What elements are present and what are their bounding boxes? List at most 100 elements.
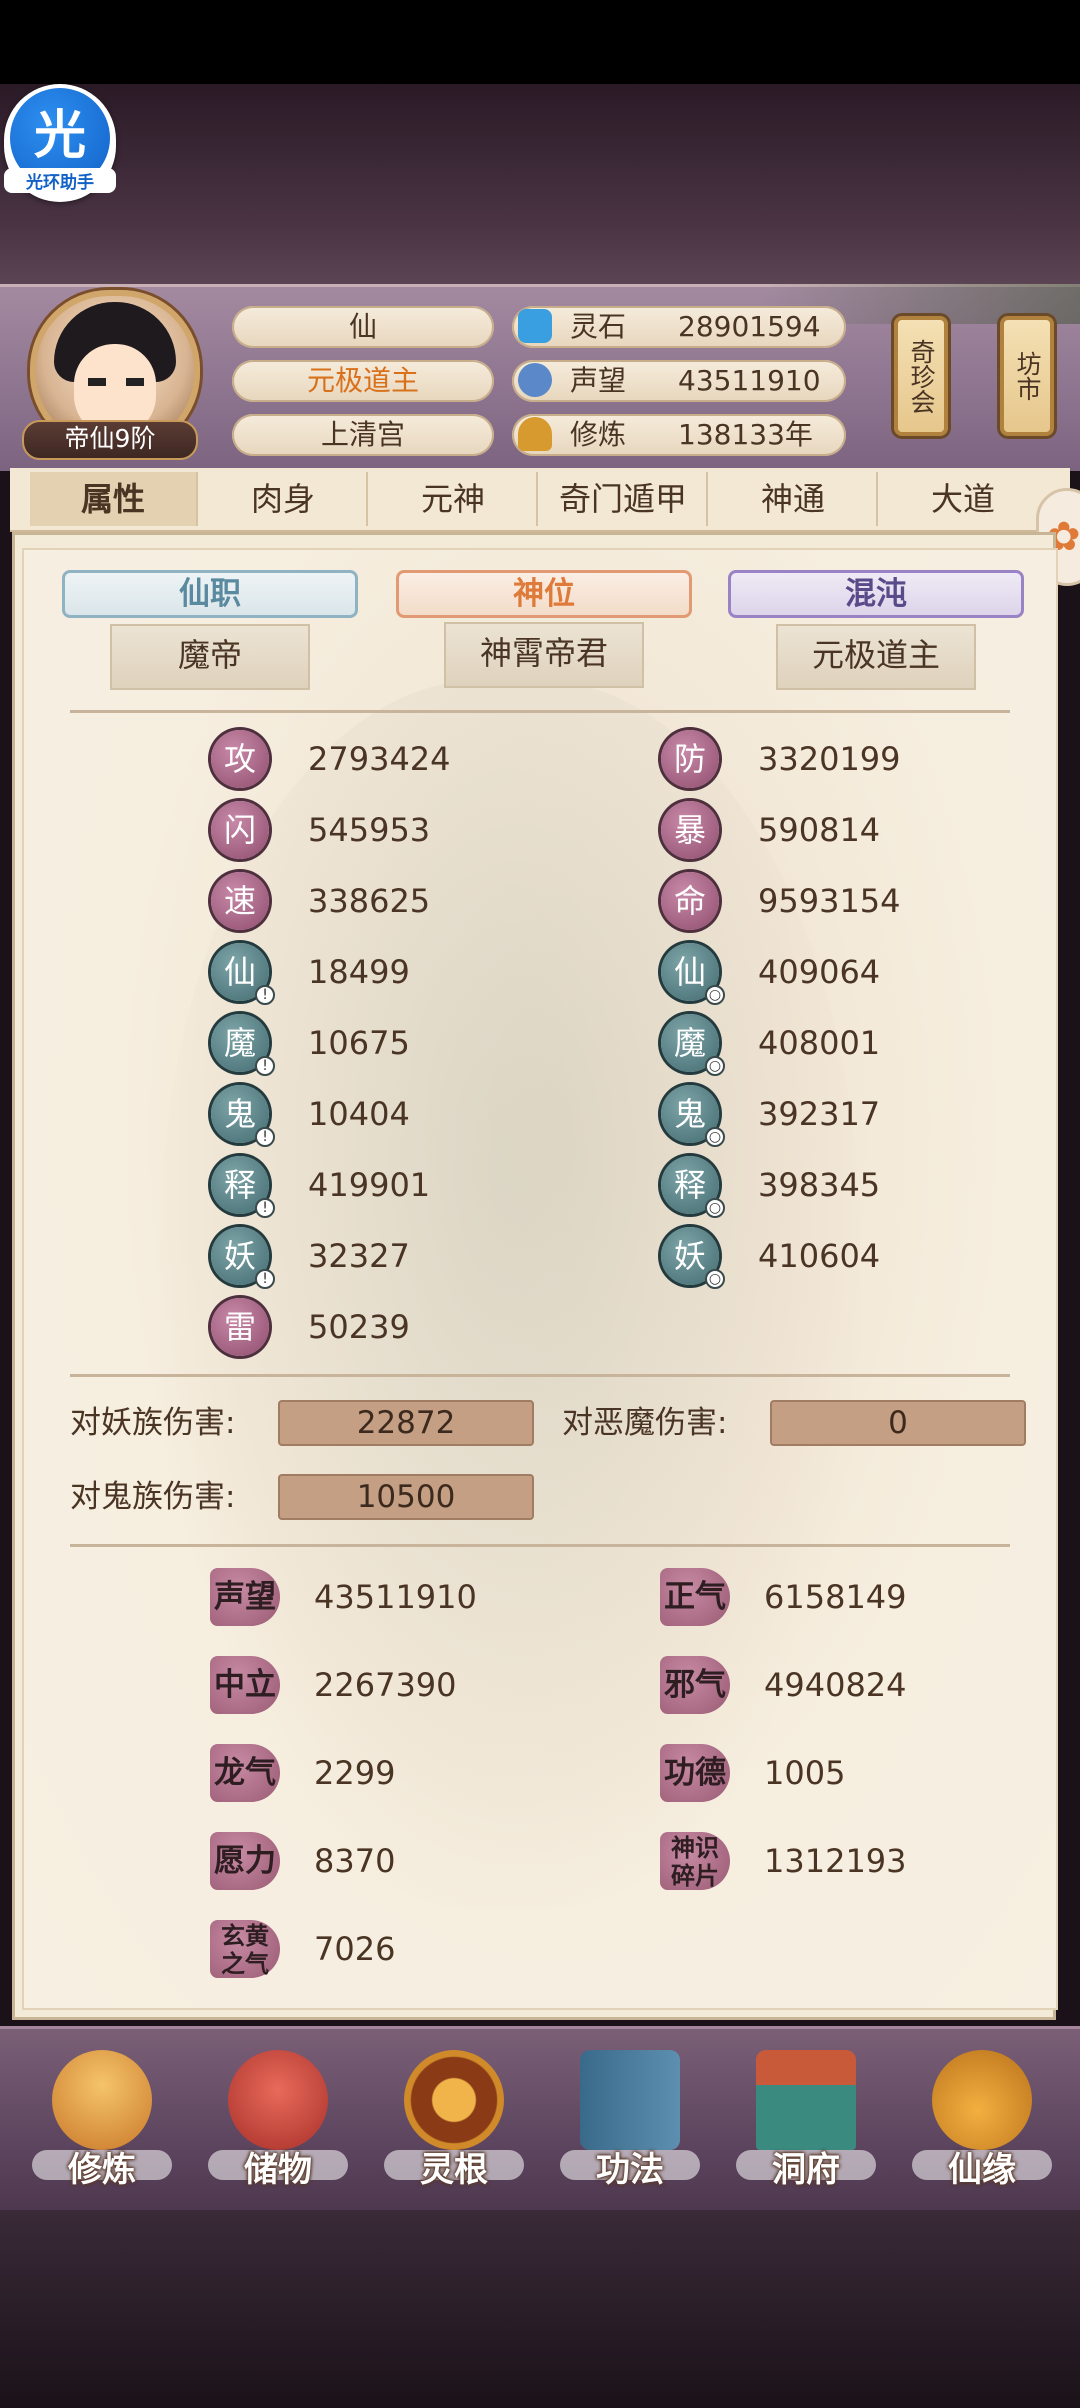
meditation-icon [518,417,552,451]
fiend-defense-value: 410604 [758,1237,881,1275]
buddha-attack-icon: 释! [211,1156,275,1218]
dodge-value: 545953 [308,811,431,849]
fiend-attack-value: 32327 [308,1237,410,1275]
spirit-stone-icon [518,309,552,343]
righteous-qi-badge: 正气 [660,1568,730,1626]
realm-pill: 仙 [232,306,494,348]
life-value: 9593154 [758,882,901,920]
technique-book-icon [580,2050,680,2150]
dragon-qi-badge: 龙气 [210,1744,280,1802]
divine-position-banner: 神位 [396,570,692,618]
divider [70,1374,1010,1377]
demon-defense-value: 408001 [758,1024,881,1062]
dragon-qi-value: 2299 [314,1754,396,1792]
xuanhuang-qi-value: 7026 [314,1930,396,1968]
dodge-icon: 闪 [211,801,269,859]
prestige-counter: 声望 43511910 [512,360,846,402]
crit-icon: 暴 [661,801,719,859]
nav-techniques[interactable]: 功法 [560,2050,700,2200]
demon-damage-label: 对恶魔伤害: [562,1405,728,1441]
immortal-attack-value: 18499 [308,953,410,991]
fiend-attack-icon: 妖! [211,1227,275,1289]
tab-body[interactable]: 肉身 [200,472,368,526]
spirit-stone-counter: 灵石 28901594 [512,306,846,348]
evil-qi-badge: 邪气 [660,1656,730,1714]
character-illustration [160,680,860,1910]
ghost-defense-value: 392317 [758,1095,881,1133]
prestige-value: 43511910 [314,1578,477,1616]
buddha-attack-value: 419901 [308,1166,431,1204]
bottom-background [0,2210,1080,2408]
prestige-icon [518,363,552,397]
demon-damage-value: 0 [770,1400,1026,1446]
helper-caption: 光环助手 [4,168,116,193]
status-bar [0,0,1080,84]
yao-damage-value: 22872 [278,1400,534,1446]
evil-qi-value: 4940824 [764,1666,907,1704]
cultivate-icon [52,2050,152,2150]
neutral-badge: 中立 [210,1656,280,1714]
sect-pill: 上清宫 [232,414,494,456]
ghost-damage-value: 10500 [278,1474,534,1520]
tab-attributes[interactable]: 属性 [30,472,198,526]
realm-rank-badge: 帝仙9阶 [22,420,198,460]
defense-value: 3320199 [758,740,901,778]
immortal-attack-icon: 仙! [211,943,275,1005]
chaos-banner: 混沌 [728,570,1024,618]
merit-badge: 功德 [660,1744,730,1802]
tab-spirit[interactable]: 元神 [370,472,538,526]
speed-icon: 速 [211,872,269,930]
neutral-value: 2267390 [314,1666,457,1704]
divine-sense-badge: 神识碎片 [660,1832,730,1890]
nav-cave-abode[interactable]: 洞府 [736,2050,876,2200]
life-icon: 命 [661,872,719,930]
spirit-root-icon [404,2050,504,2150]
thunder-icon: 雷 [211,1298,269,1356]
immortal-defense-value: 409064 [758,953,881,991]
divider [70,710,1010,713]
immortal-post-banner: 仙职 [62,570,358,618]
cave-abode-icon [756,2050,856,2150]
divider [70,1544,1010,1547]
top-background [0,84,1080,284]
nav-spirit-root[interactable]: 灵根 [384,2050,524,2200]
market-button[interactable]: 坊市 [1000,316,1054,436]
fiend-defense-icon: 妖 ○ [661,1227,725,1289]
defense-icon: 防 [661,730,719,788]
storage-bag-icon [228,2050,328,2150]
wish-power-value: 8370 [314,1842,396,1880]
tab-qimen[interactable]: 奇门遁甲 [540,472,708,526]
yao-damage-label: 对妖族伤害: [70,1405,236,1441]
divine-position-value: 神霄帝君 [444,622,644,688]
ghost-attack-icon: 鬼! [211,1085,275,1147]
nav-storage[interactable]: 储物 [208,2050,348,2200]
helper-float-button[interactable]: 光 光环助手 [4,84,116,202]
nav-fate[interactable]: 仙缘 [912,2050,1052,2200]
tab-great-dao[interactable]: 大道 [880,472,1046,526]
ghost-defense-icon: 鬼 ○ [661,1085,725,1147]
treasure-fair-button[interactable]: 奇珍会 [894,316,948,436]
buddha-defense-value: 398345 [758,1166,881,1204]
buddha-defense-icon: 释 ○ [661,1156,725,1218]
demon-attack-value: 10675 [308,1024,410,1062]
immortal-defense-icon: 仙 ○ [661,943,725,1005]
prestige-badge: 声望 [210,1568,280,1626]
immortal-post-value: 魔帝 [110,624,310,690]
speed-value: 338625 [308,882,431,920]
demon-attack-icon: 魔! [211,1014,275,1076]
righteous-qi-value: 6158149 [764,1578,907,1616]
title-pill: 元极道主 [232,360,494,402]
ghost-damage-label: 对鬼族伤害: [70,1479,236,1515]
nav-cultivate[interactable]: 修炼 [32,2050,172,2200]
gourd-icon [932,2050,1032,2150]
crit-value: 590814 [758,811,881,849]
attack-icon: 攻 [211,730,269,788]
ghost-attack-value: 10404 [308,1095,410,1133]
demon-defense-icon: 魔 ○ [661,1014,725,1076]
tab-divine-arts[interactable]: 神通 [710,472,878,526]
xuanhuang-qi-badge: 玄黄之气 [210,1920,280,1978]
divine-sense-value: 1312193 [764,1842,907,1880]
chaos-value: 元极道主 [776,624,976,690]
cultivation-counter: 修炼 138133年 [512,414,846,456]
wish-power-badge: 愿力 [210,1832,280,1890]
